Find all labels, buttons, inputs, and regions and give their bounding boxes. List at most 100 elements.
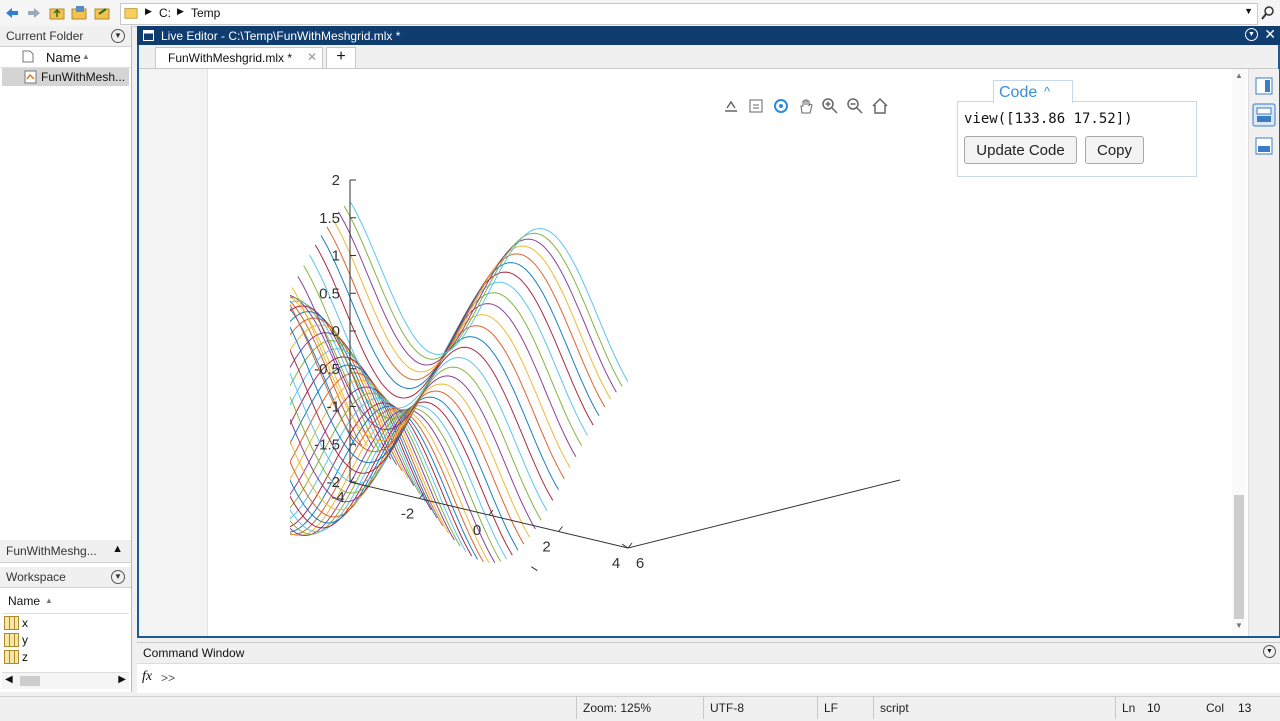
editor-gutter <box>139 69 208 636</box>
command-window-header: Command Window ▼ <box>137 643 1280 664</box>
scroll-right-icon[interactable]: ▶ <box>118 674 126 685</box>
file-type: script <box>873 697 1110 719</box>
window-menu-icon[interactable]: ▼ <box>1245 28 1258 41</box>
workspace-variable[interactable]: z <box>2 649 129 665</box>
mesh-plot[interactable]: 21.510.50-0.5-1-1.5-2-4-20246420 <box>290 150 930 580</box>
update-code-button[interactable]: Update Code <box>964 136 1077 164</box>
scroll-up-icon[interactable]: ▲ <box>1235 71 1243 80</box>
mesh-line <box>349 201 629 382</box>
view-mode-bar <box>1248 69 1279 636</box>
status-bar: Zoom: 125% UTF-8 LF script Ln 10 Col 13 <box>0 696 1280 721</box>
chevron-up-icon[interactable]: ▲ <box>112 543 123 555</box>
current-folder-title: Current Folder <box>6 29 84 43</box>
z-tick-label: 2 <box>332 172 340 189</box>
scroll-thumb[interactable] <box>1234 495 1244 619</box>
scroll-thumb[interactable] <box>20 676 40 686</box>
tick-mark <box>558 526 563 532</box>
matrix-icon <box>4 633 19 647</box>
pan-hand-icon[interactable] <box>797 97 815 115</box>
panel-menu-icon[interactable]: ▼ <box>1263 645 1276 658</box>
output-inline-icon[interactable] <box>1252 103 1276 127</box>
file-list-item[interactable]: FunWithMesh... <box>2 68 129 86</box>
scroll-left-icon[interactable]: ◀ <box>5 674 13 685</box>
workspace-column-header[interactable]: Name ▲ <box>2 589 129 614</box>
editor-title-bar: Live Editor - C:\Temp\FunWithMeshgrid.ml… <box>137 26 1280 45</box>
z-tick-label: 0 <box>332 323 340 340</box>
add-tab-button[interactable]: + <box>326 47 356 68</box>
output-right-icon[interactable] <box>1255 77 1273 95</box>
name-column-label: Name <box>46 50 81 65</box>
scroll-down-icon[interactable]: ▼ <box>1235 621 1243 630</box>
folder-column-header[interactable]: Name ▲ <box>0 47 131 68</box>
browse-folder-icon[interactable] <box>71 5 87 21</box>
current-folder-header: Current Folder ▼ <box>0 26 131 47</box>
code-panel-tab[interactable]: Code ^ <box>993 80 1073 103</box>
up-folder-icon[interactable] <box>49 5 65 21</box>
z-tick-label: 1.5 <box>319 210 340 227</box>
matrix-icon <box>4 616 19 630</box>
surface-mesh <box>290 201 629 564</box>
variable-name: z <box>22 650 28 664</box>
home-icon[interactable] <box>871 97 889 115</box>
workspace-variable[interactable]: y <box>2 632 129 648</box>
column-number: 13 <box>1238 701 1252 715</box>
path-segment-temp[interactable]: Temp <box>191 6 220 20</box>
file-encoding: UTF-8 <box>703 697 816 719</box>
back-arrow-icon[interactable] <box>4 5 20 21</box>
find-folder-icon[interactable] <box>94 5 110 21</box>
copy-button[interactable]: Copy <box>1085 136 1144 164</box>
panel-menu-icon[interactable]: ▼ <box>111 29 125 43</box>
main-toolbar: ▶ C: ▶ Temp ▼ <box>0 0 1280 27</box>
editor-vertical-scrollbar[interactable]: ▲ ▼ <box>1232 69 1246 634</box>
tick-mark <box>531 566 538 572</box>
path-separator-icon: ▶ <box>145 6 152 16</box>
workspace-variable[interactable]: x <box>2 615 129 631</box>
y-tick-label: 6 <box>636 555 644 572</box>
matrix-icon <box>4 650 19 664</box>
z-tick-label: 0.5 <box>319 285 340 302</box>
close-icon[interactable]: ✕ <box>1264 26 1276 43</box>
mesh-line <box>290 396 519 551</box>
x-tick-label: 0 <box>473 522 481 539</box>
search-icon[interactable] <box>1260 5 1276 21</box>
col-label: Col <box>1206 701 1225 715</box>
workspace-header: Workspace ▼ <box>0 567 131 588</box>
z-tick-label: -0.5 <box>314 361 340 378</box>
zoom-level[interactable]: Zoom: 125% <box>576 697 699 719</box>
collapse-caret-icon[interactable]: ^ <box>1044 84 1050 99</box>
line-label: Ln <box>1115 697 1147 719</box>
tab-close-icon[interactable]: ✕ <box>307 50 317 64</box>
zoom-out-icon[interactable] <box>846 97 864 115</box>
mesh-line <box>326 226 606 408</box>
details-header[interactable]: FunWithMeshg... ▲ <box>0 540 131 563</box>
path-separator-icon: ▶ <box>177 6 184 16</box>
zoom-in-icon[interactable] <box>821 97 839 115</box>
z-tick-label: -1 <box>327 399 340 416</box>
forward-arrow-icon[interactable] <box>26 5 42 21</box>
address-bar[interactable]: ▶ C: ▶ Temp ▼ <box>120 3 1258 25</box>
mesh-line <box>343 205 623 387</box>
path-dropdown-icon[interactable]: ▼ <box>1244 6 1253 16</box>
rotate-3d-icon[interactable] <box>772 97 790 115</box>
fx-icon[interactable]: fx <box>142 669 152 685</box>
y-tick-label: 4 <box>545 578 553 580</box>
tab-funwithmeshgrid[interactable]: FunWithMeshgrid.mlx * ✕ <box>155 47 323 68</box>
hide-code-icon[interactable] <box>1255 137 1273 155</box>
sort-ascending-icon: ▲ <box>45 596 53 605</box>
file-name: FunWithMesh... <box>41 70 126 84</box>
variable-name: x <box>22 616 28 630</box>
horizontal-scrollbar[interactable]: ◀ ▶ <box>2 672 129 689</box>
panel-menu-icon[interactable]: ▼ <box>111 570 125 584</box>
name-column-label: Name <box>8 594 41 608</box>
folder-icon <box>124 8 138 19</box>
data-tips-icon[interactable] <box>747 97 765 115</box>
x-tick-label: -4 <box>331 489 344 506</box>
line-number: 10 <box>1147 701 1161 715</box>
left-panel: Current Folder ▼ Name ▲ FunWithMesh... F… <box>0 26 132 692</box>
command-window[interactable]: Command Window ▼ fx >> <box>137 642 1280 693</box>
path-segment-drive[interactable]: C: <box>159 6 171 20</box>
export-icon[interactable] <box>722 97 740 115</box>
tab-label: FunWithMeshgrid.mlx * <box>168 51 293 65</box>
window-icon <box>143 30 154 41</box>
generated-code[interactable]: view([133.86 17.52]) <box>964 111 1133 127</box>
